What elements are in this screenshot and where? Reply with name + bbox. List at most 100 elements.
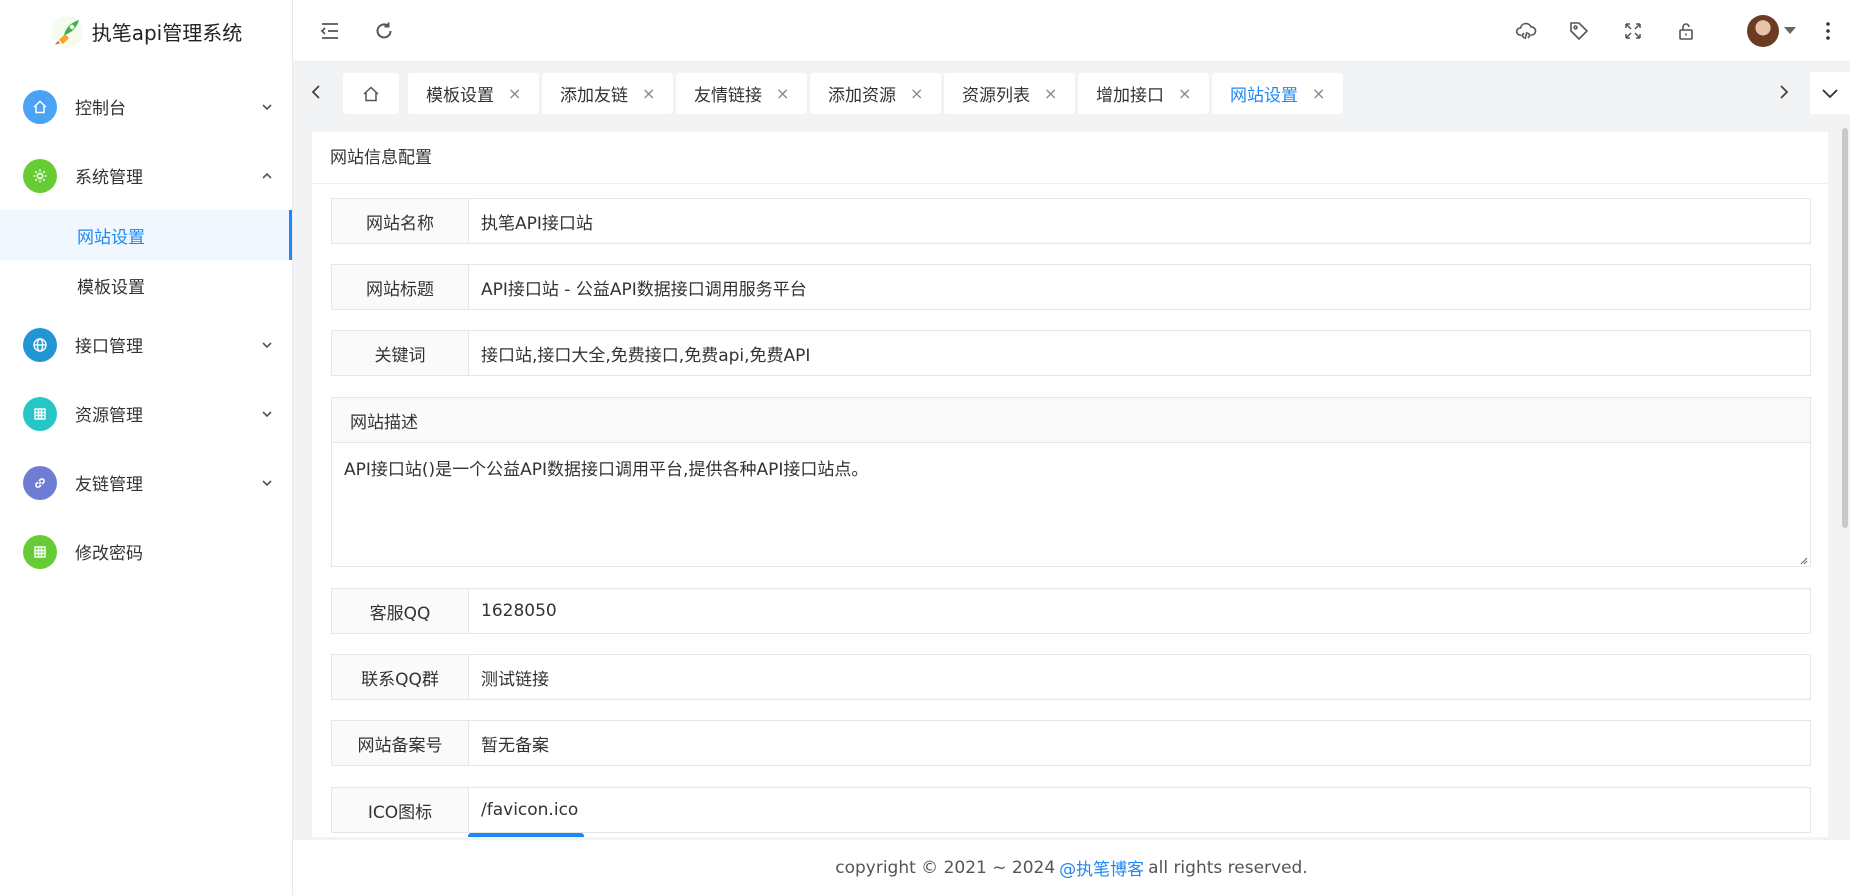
sidebar-item-api[interactable]: 接口管理: [0, 310, 292, 379]
form-row-keywords: 关键词 接口站,接口大全,免费接口,免费api,免费API: [331, 330, 1811, 376]
close-icon[interactable]: ×: [1312, 84, 1325, 103]
sidebar-item-label: 系统管理: [75, 168, 143, 188]
footer-rights: all rights reserved.: [1148, 857, 1308, 878]
form-row-description: 网站描述 API接口站()是一个公益API数据接口调用平台,提供各种API接口站…: [331, 397, 1811, 567]
sidebar-item-label: 友链管理: [75, 475, 143, 495]
link-icon: [23, 465, 57, 500]
fullscreen-icon[interactable]: [1619, 17, 1647, 45]
sidebar-item-label: 接口管理: [75, 337, 143, 357]
qq-group-input[interactable]: 测试链接: [469, 654, 1811, 700]
tab-label: 添加资源: [828, 86, 896, 106]
sidebar-subitem-template-settings[interactable]: 模板设置: [0, 260, 292, 310]
chevron-down-icon: [262, 103, 272, 110]
tag-icon[interactable]: [1565, 17, 1593, 45]
tab-add-api[interactable]: 增加接口 ×: [1078, 73, 1210, 114]
rocket-logo-icon: [50, 15, 83, 48]
app-title: 执笔api管理系统: [91, 21, 243, 45]
sidebar-subitem-site-settings[interactable]: 网站设置: [0, 210, 292, 260]
site-name-input[interactable]: 执笔API接口站: [469, 198, 1811, 244]
tab-friend-links[interactable]: 友情链接 ×: [676, 73, 808, 114]
footer: copyright © 2021 ~ 2024 @执笔博客 all rights…: [293, 840, 1850, 895]
globe-icon: [23, 327, 57, 362]
tab-label: 添加友链: [560, 86, 628, 106]
tab-site-settings[interactable]: 网站设置 ×: [1212, 73, 1344, 114]
collapse-menu-icon[interactable]: [316, 17, 344, 45]
tab-template-settings[interactable]: 模板设置 ×: [408, 73, 540, 114]
refresh-icon[interactable]: [370, 17, 398, 45]
avatar[interactable]: [1747, 15, 1779, 47]
tab-label: 增加接口: [1096, 86, 1164, 106]
field-label: 网站描述: [332, 398, 1810, 443]
field-label: ICO图标: [331, 787, 469, 833]
description-textarea[interactable]: API接口站()是一个公益API数据接口调用平台,提供各种API接口站点。: [332, 443, 1810, 567]
close-icon[interactable]: ×: [508, 84, 521, 103]
sidebar-item-label: 资源管理: [75, 406, 143, 426]
site-config-card: 网站信息配置 网站名称 执笔API接口站 网站标题 API接口站 - 公益API…: [312, 132, 1828, 837]
field-label: 网站标题: [331, 264, 469, 310]
home-icon: [23, 89, 57, 124]
close-icon[interactable]: ×: [642, 84, 655, 103]
footer-copyright: copyright © 2021 ~ 2024: [835, 857, 1056, 878]
chevron-down-icon: [262, 410, 272, 417]
form-row-qq-group: 联系QQ群 测试链接: [331, 654, 1811, 700]
footer-blog-link[interactable]: @执笔博客: [1059, 855, 1144, 880]
grid-icon: [23, 534, 57, 569]
tab-resource-list[interactable]: 资源列表 ×: [944, 73, 1076, 114]
lock-icon[interactable]: [1672, 17, 1700, 45]
tab-scroll-left-icon[interactable]: [297, 72, 337, 112]
close-icon[interactable]: ×: [910, 84, 923, 103]
close-icon[interactable]: ×: [776, 84, 789, 103]
form-row-site-name: 网站名称 执笔API接口站: [331, 198, 1811, 244]
field-label: 关键词: [331, 330, 469, 376]
keywords-input[interactable]: 接口站,接口大全,免费接口,免费api,免费API: [469, 330, 1811, 376]
sidebar-item-links[interactable]: 友链管理: [0, 448, 292, 517]
resize-handle-icon[interactable]: [1798, 555, 1808, 565]
chevron-down-icon: [262, 479, 272, 486]
ico-input[interactable]: /favicon.ico: [469, 787, 1811, 833]
field-label: 网站名称: [331, 198, 469, 244]
tab-home[interactable]: [343, 73, 399, 114]
sidebar-item-label: 控制台: [75, 99, 126, 119]
tab-label: 模板设置: [426, 86, 494, 106]
chevron-down-icon: [262, 341, 272, 348]
field-label: 联系QQ群: [331, 654, 469, 700]
top-header: [293, 0, 1850, 62]
form-row-site-title: 网站标题 API接口站 - 公益API数据接口调用服务平台: [331, 264, 1811, 310]
sidebar: 执笔api管理系统 控制台 系统管理 网站设置 模板设置 接口管理 资源管理 友…: [0, 0, 293, 895]
more-vertical-icon[interactable]: [1825, 20, 1831, 42]
cloud-code-icon[interactable]: [1512, 17, 1540, 45]
caret-down-icon[interactable]: [1784, 27, 1796, 34]
sidebar-item-change-password[interactable]: 修改密码: [0, 517, 292, 586]
form-row-icp: 网站备案号 暂无备案: [331, 720, 1811, 766]
gear-icon: [23, 158, 57, 193]
close-icon[interactable]: ×: [1044, 84, 1057, 103]
description-text: API接口站()是一个公益API数据接口调用平台,提供各种API接口站点。: [344, 460, 869, 480]
tab-menu-chevron-down-icon[interactable]: [1810, 72, 1850, 114]
site-title-input[interactable]: API接口站 - 公益API数据接口调用服务平台: [469, 264, 1811, 310]
sidebar-item-resources[interactable]: 资源管理: [0, 379, 292, 448]
sidebar-menu: 控制台 系统管理 网站设置 模板设置 接口管理 资源管理 友链管理 修改密码: [0, 72, 292, 586]
sidebar-item-dashboard[interactable]: 控制台: [0, 72, 292, 141]
close-icon[interactable]: ×: [1178, 84, 1191, 103]
sidebar-item-label: 修改密码: [75, 544, 143, 564]
form-row-service-qq: 客服QQ 1628050: [331, 588, 1811, 634]
logo[interactable]: 执笔api管理系统: [0, 0, 292, 63]
tab-add-link[interactable]: 添加友链 ×: [542, 73, 674, 114]
tab-add-resource[interactable]: 添加资源 ×: [810, 73, 942, 114]
icp-input[interactable]: 暂无备案: [469, 720, 1811, 766]
tab-scroll-right-icon[interactable]: [1763, 72, 1803, 112]
tab-label: 网站设置: [1230, 86, 1298, 106]
tab-bar: 模板设置 × 添加友链 × 友情链接 × 添加资源 × 资源列表 × 增加接口 × 网站设置…: [293, 62, 1850, 124]
submit-button[interactable]: [468, 833, 584, 837]
tab-label: 友情链接: [694, 86, 762, 106]
chevron-up-icon: [262, 172, 272, 179]
tab-label: 资源列表: [962, 86, 1030, 106]
card-title: 网站信息配置: [312, 132, 1828, 184]
grid-icon: [23, 396, 57, 431]
service-qq-input[interactable]: 1628050: [469, 588, 1811, 634]
form-row-ico: ICO图标 /favicon.ico: [331, 787, 1811, 833]
field-label: 客服QQ: [331, 588, 469, 634]
sidebar-item-system[interactable]: 系统管理: [0, 141, 292, 210]
page-scrollbar[interactable]: [1842, 128, 1848, 528]
field-label: 网站备案号: [331, 720, 469, 766]
